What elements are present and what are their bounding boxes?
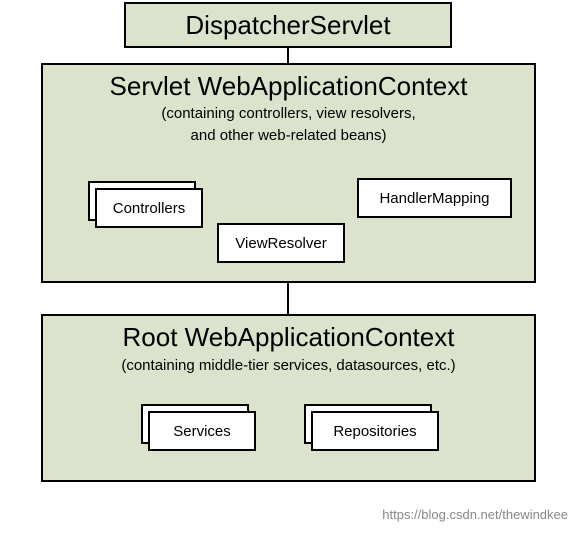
viewresolver-box: ViewResolver [217, 223, 345, 263]
servlet-context-title: Servlet WebApplicationContext [43, 71, 534, 102]
dispatcher-title: DispatcherServlet [185, 10, 390, 41]
services-box: Services [148, 411, 256, 451]
servlet-context-subtitle2: and other web-related beans) [43, 126, 534, 146]
connector-servlet-root [287, 283, 289, 314]
connector-dispatcher-servlet [287, 48, 289, 63]
dispatcher-servlet-box: DispatcherServlet [124, 2, 452, 48]
handlermapping-box: HandlerMapping [357, 178, 512, 218]
root-context-subtitle: (containing middle-tier services, dataso… [43, 357, 534, 374]
viewresolver-label: ViewResolver [235, 235, 326, 252]
repositories-box: Repositories [311, 411, 439, 451]
controllers-label: Controllers [113, 200, 186, 217]
repositories-label: Repositories [333, 423, 416, 440]
root-context-box: Root WebApplicationContext (containing m… [41, 314, 536, 482]
servlet-context-subtitle1: (containing controllers, view resolvers, [43, 104, 534, 124]
root-context-title: Root WebApplicationContext [43, 322, 534, 353]
handlermapping-label: HandlerMapping [379, 190, 489, 207]
controllers-box: Controllers [95, 188, 203, 228]
servlet-context-box: Servlet WebApplicationContext (containin… [41, 63, 536, 283]
services-label: Services [173, 423, 231, 440]
watermark: https://blog.csdn.net/thewindkee [382, 507, 568, 522]
